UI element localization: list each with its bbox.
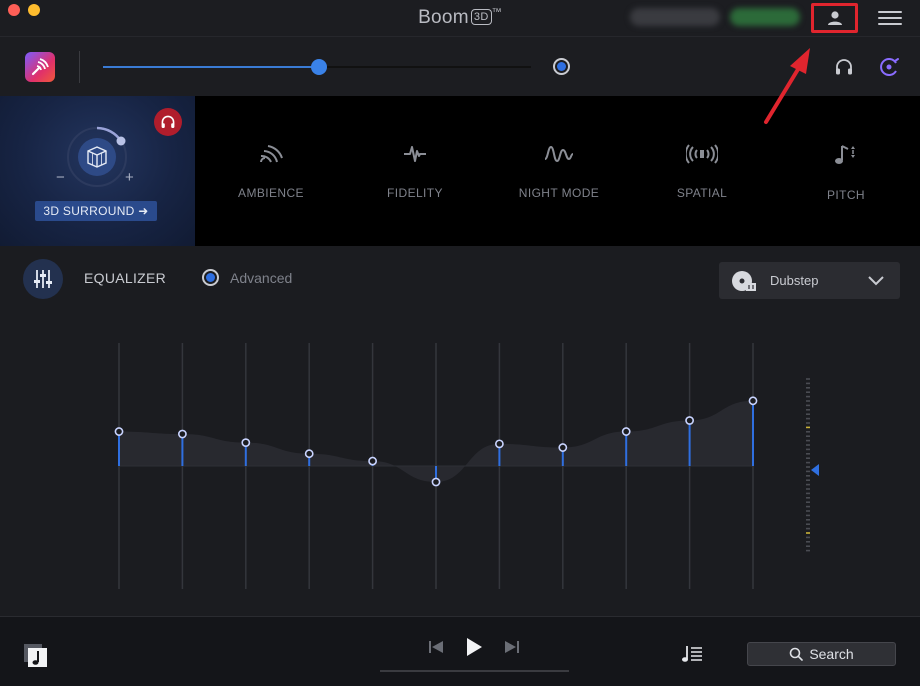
surround-headphones-badge[interactable] bbox=[154, 108, 182, 136]
eq-band-knob[interactable] bbox=[241, 438, 251, 448]
search-button[interactable]: Search bbox=[747, 642, 896, 666]
volume-slider-fill bbox=[103, 66, 320, 68]
preset-name: Dubstep bbox=[770, 273, 819, 288]
effect-label: PITCH bbox=[827, 188, 865, 202]
preamp-indicator[interactable] bbox=[811, 464, 819, 476]
volume-boost-toggle[interactable] bbox=[553, 58, 570, 75]
boom-logo-icon[interactable] bbox=[25, 52, 55, 82]
volume-bar bbox=[0, 36, 920, 96]
hamburger-menu-icon[interactable] bbox=[878, 11, 902, 25]
eq-band-knob[interactable] bbox=[558, 443, 568, 452]
headphones-icon[interactable] bbox=[834, 57, 854, 77]
eq-band-knob[interactable] bbox=[685, 416, 694, 425]
headphones-icon bbox=[161, 115, 175, 128]
divider bbox=[79, 51, 80, 83]
eq-band-knob[interactable] bbox=[494, 439, 504, 449]
surround-increase-label: + bbox=[125, 169, 134, 186]
sliders-icon bbox=[34, 270, 52, 288]
play-icon[interactable] bbox=[464, 636, 484, 658]
eq-band-knob[interactable] bbox=[114, 427, 124, 436]
user-icon bbox=[827, 11, 842, 25]
effect-label: FIDELITY bbox=[387, 186, 443, 200]
effects-panel: − + 3D SURROUND ➜ AMBIENCE FIDELITY NIGH… bbox=[0, 96, 920, 246]
disc-icon bbox=[732, 271, 756, 291]
effect-pitch[interactable]: PITCH bbox=[791, 142, 901, 202]
volume-slider[interactable] bbox=[103, 59, 531, 75]
surround-decrease-label: − bbox=[56, 169, 65, 186]
previous-track-icon[interactable] bbox=[428, 637, 444, 657]
equalizer-panel: EQUALIZER Advanced Dubstep bbox=[0, 246, 920, 616]
fidelity-icon bbox=[404, 146, 426, 162]
eq-band-knob[interactable] bbox=[177, 429, 187, 439]
ambience-icon bbox=[260, 145, 283, 163]
effect-label: AMBIENCE bbox=[238, 186, 304, 200]
blurred-account-info bbox=[630, 8, 720, 26]
eq-band-knob[interactable] bbox=[431, 477, 441, 487]
audio-output-icon[interactable] bbox=[879, 57, 901, 77]
night-mode-icon bbox=[544, 145, 574, 163]
3d-surround-panel[interactable]: − + 3D SURROUND ➜ bbox=[0, 96, 195, 246]
effect-label: NIGHT MODE bbox=[518, 186, 600, 200]
music-library-icon[interactable] bbox=[23, 643, 49, 669]
player-bar: Search bbox=[0, 616, 920, 686]
advanced-radio[interactable] bbox=[202, 269, 219, 286]
search-icon bbox=[790, 647, 804, 661]
eq-band-knob[interactable] bbox=[621, 427, 631, 436]
advanced-label[interactable]: Advanced bbox=[230, 270, 292, 286]
eq-band-knob[interactable] bbox=[368, 456, 377, 466]
equalizer-icon[interactable] bbox=[23, 259, 63, 299]
app-title-trademark: ™ bbox=[491, 7, 502, 18]
chevron-down-icon bbox=[868, 276, 884, 286]
playlist-icon[interactable] bbox=[681, 644, 703, 664]
effect-night-mode[interactable]: NIGHT MODE bbox=[504, 142, 614, 200]
equalizer-graph bbox=[114, 343, 819, 589]
surround-intensity-dial[interactable] bbox=[64, 124, 130, 190]
title-bar: Boom 3D ™ bbox=[0, 0, 920, 36]
3d-surround-button[interactable]: 3D SURROUND ➜ bbox=[35, 201, 157, 221]
pitch-icon bbox=[835, 145, 855, 164]
blurred-status-pill bbox=[730, 8, 800, 26]
effect-label: SPATIAL bbox=[676, 186, 728, 200]
volume-slider-thumb[interactable] bbox=[311, 59, 328, 75]
effect-spatial[interactable]: SPATIAL bbox=[647, 142, 757, 200]
profile-button[interactable] bbox=[811, 3, 858, 33]
equalizer-title: EQUALIZER bbox=[84, 270, 167, 286]
preset-dropdown[interactable]: Dubstep bbox=[719, 262, 900, 299]
eq-band-knob[interactable] bbox=[748, 396, 758, 406]
search-label: Search bbox=[809, 646, 854, 662]
spatial-icon bbox=[686, 144, 718, 164]
speaker-waves-icon bbox=[31, 58, 49, 76]
effect-fidelity[interactable]: FIDELITY bbox=[360, 142, 470, 200]
playback-progress-bar[interactable] bbox=[380, 670, 569, 672]
app-title-badge: 3D bbox=[470, 9, 492, 25]
next-track-icon[interactable] bbox=[504, 637, 520, 657]
effect-ambience[interactable]: AMBIENCE bbox=[216, 142, 326, 200]
app-title-word: Boom bbox=[418, 7, 469, 28]
eq-band-knob[interactable] bbox=[304, 449, 314, 459]
